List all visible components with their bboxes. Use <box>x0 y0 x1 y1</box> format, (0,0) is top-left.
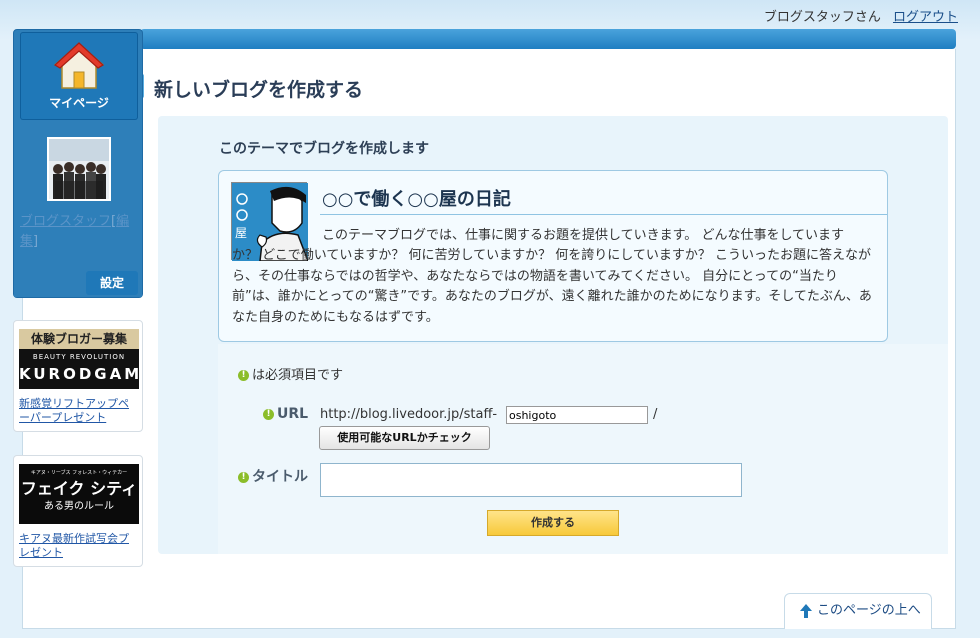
page-title: 新しいブログを作成する <box>154 79 364 101</box>
user-profile: ブログスタッフ[編集] <box>20 212 140 252</box>
promo-box: 体験ブロガー募集 BEAUTY REVOLUTION KURODGAMI 新感覚… <box>13 320 143 432</box>
user-bar: ブログスタッフさん ログアウト <box>764 6 958 25</box>
sidebar: マイページ ブログスタッフ[編集] 設定 体験ブロガー募集 BEAUTY REV… <box>13 29 143 567</box>
title-label: ! タイトル <box>238 466 308 486</box>
svg-text:屋: 屋 <box>235 226 247 240</box>
theme-description-rest: か？ どこで働いていますか？ 何に苦労していますか？ 何を誇りにしていますか？ … <box>232 248 872 325</box>
title-label-text: タイトル <box>252 469 308 485</box>
url-prefix: http://blog.livedoor.jp/staff- <box>320 407 498 422</box>
check-url-button[interactable]: 使用可能なURLかチェック <box>319 426 490 450</box>
banner-title-text: フェイク シティ <box>20 479 138 498</box>
theme-description: か？ どこで働いていますか？ 何に苦労していますか？ 何を誇りにしていますか？ … <box>232 246 874 328</box>
required-note-text: は必須項目です <box>252 368 344 383</box>
theme-description-first: このテーマブログでは、仕事に関するお題を提供していきます。 どんな仕事をしていま… <box>322 228 845 243</box>
theme-title: ○○で働く○○屋の日記 <box>322 189 511 210</box>
theme-divider <box>320 214 887 215</box>
main-header-bar <box>140 29 956 49</box>
url-label: ! URL <box>263 406 308 422</box>
url-label-text: URL <box>277 406 309 422</box>
title-input[interactable] <box>320 463 742 497</box>
user-name: ブログスタッフさん <box>763 10 881 25</box>
required-note: ! は必須項目です <box>238 364 343 383</box>
group-photo-icon <box>49 139 109 199</box>
promo-box: キアヌ・リーブス フォレスト・ウィテカー フェイク シティ ある男のルール キア… <box>13 455 143 567</box>
settings-button[interactable]: 設定 <box>86 271 138 295</box>
back-to-top-label: このページの上へ <box>817 603 921 618</box>
promo-link[interactable]: 新感覚リフトアップペーパープレゼント <box>19 397 137 425</box>
arrow-up-icon <box>800 604 812 618</box>
banner-sub-text: ある男のルール <box>44 501 114 512</box>
back-to-top-link[interactable]: このページの上へ <box>784 593 932 629</box>
banner-top-text: 体験ブロガー募集 <box>19 329 139 349</box>
required-icon: ! <box>263 408 274 420</box>
promo-link[interactable]: キアヌ最新作試写会プレゼント <box>19 532 137 560</box>
url-suffix: / <box>653 407 658 422</box>
promo-banner[interactable]: 体験ブロガー募集 BEAUTY REVOLUTION KURODGAMI <box>19 329 139 389</box>
edit-bracket-close: ] <box>33 234 39 249</box>
banner-mid-text: BEAUTY REVOLUTION <box>32 353 126 361</box>
mypage-button[interactable]: マイページ <box>20 32 138 120</box>
required-icon: ! <box>238 370 249 381</box>
url-input[interactable] <box>506 406 648 424</box>
theme-heading: このテーマでブログを作成します <box>219 141 429 157</box>
logout-link[interactable]: ログアウト <box>893 10 958 25</box>
promo-banner[interactable]: キアヌ・リーブス フォレスト・ウィテカー フェイク シティ ある男のルール <box>19 464 139 524</box>
banner-small-text: キアヌ・リーブス フォレスト・ウィテカー <box>30 470 128 476</box>
create-button[interactable]: 作成する <box>487 510 619 536</box>
avatar[interactable] <box>47 137 111 201</box>
house-icon <box>54 42 104 89</box>
required-icon: ! <box>238 471 249 483</box>
user-name-link[interactable]: ブログスタッフ <box>20 214 111 229</box>
banner-brand-text: KURODGAMI <box>19 365 139 383</box>
mypage-panel: マイページ ブログスタッフ[編集] 設定 <box>13 29 143 298</box>
mypage-label: マイページ <box>49 96 109 110</box>
